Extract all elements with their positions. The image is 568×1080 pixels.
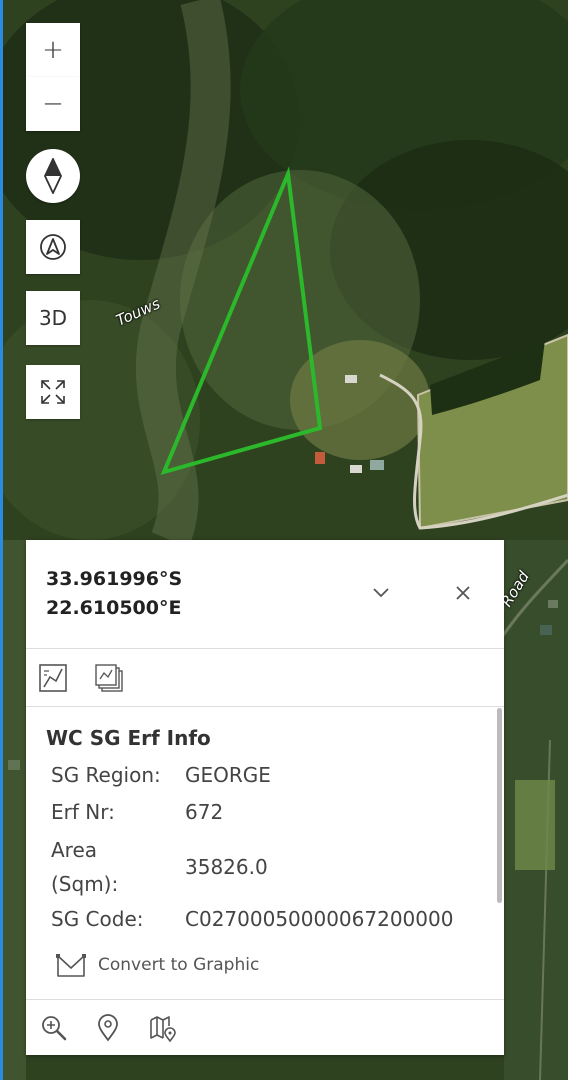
layer-title: WC SG Erf Info xyxy=(46,726,211,750)
expand-icon xyxy=(41,380,65,404)
close-button[interactable] xyxy=(450,580,476,606)
graphic-polygon-icon xyxy=(56,954,86,977)
attr-label-erf-nr: Erf Nr: xyxy=(51,800,115,824)
fullscreen-button[interactable] xyxy=(26,365,80,419)
close-icon xyxy=(456,586,470,600)
plus-icon: + xyxy=(42,35,64,65)
zoom-out-button[interactable]: − xyxy=(26,77,80,131)
compass-button[interactable] xyxy=(26,149,80,203)
attr-label-sg-code: SG Code: xyxy=(51,907,144,931)
layers-table-icon[interactable] xyxy=(94,663,124,693)
latitude-text: 33.961996°S xyxy=(46,568,183,590)
collapse-button[interactable] xyxy=(368,580,394,606)
map-left-edge xyxy=(0,0,3,1080)
footer-divider xyxy=(26,999,504,1000)
longitude-text: 22.610500°E xyxy=(46,597,182,619)
chevron-down-icon xyxy=(373,588,389,598)
navigation-icon xyxy=(40,234,66,260)
attr-label-area: Area xyxy=(51,838,98,862)
popup-coordinates: 33.961996°S 22.610500°E xyxy=(46,565,182,623)
convert-label: Convert to Graphic xyxy=(98,955,260,975)
attr-value-sg-code: C02700050000067200000 xyxy=(185,907,454,931)
popup-scrollbar[interactable] xyxy=(497,708,502,903)
attr-label-area-unit: (Sqm): xyxy=(51,872,119,896)
attr-value-sg-region: GEORGE xyxy=(185,763,271,787)
feature-popup: 33.961996°S 22.610500°E WC SG Erf Info S… xyxy=(26,540,504,1055)
compass-icon xyxy=(44,158,62,194)
3d-toggle-button[interactable]: 3D xyxy=(26,291,80,345)
map-directions-icon[interactable] xyxy=(149,1014,177,1042)
header-divider xyxy=(26,648,504,649)
zoom-in-button[interactable]: + xyxy=(26,23,80,77)
attr-value-area: 35826.0 xyxy=(185,855,268,879)
location-pin-icon[interactable] xyxy=(94,1014,122,1042)
minus-icon: − xyxy=(42,89,64,119)
locate-button[interactable] xyxy=(26,220,80,274)
zoom-to-icon[interactable] xyxy=(40,1014,68,1042)
attr-label-sg-region: SG Region: xyxy=(51,763,161,787)
edit-feature-icon[interactable] xyxy=(38,663,68,693)
convert-to-graphic-button[interactable]: Convert to Graphic xyxy=(56,952,259,978)
attr-value-erf-nr: 672 xyxy=(185,800,224,824)
3d-label: 3D xyxy=(38,306,68,330)
